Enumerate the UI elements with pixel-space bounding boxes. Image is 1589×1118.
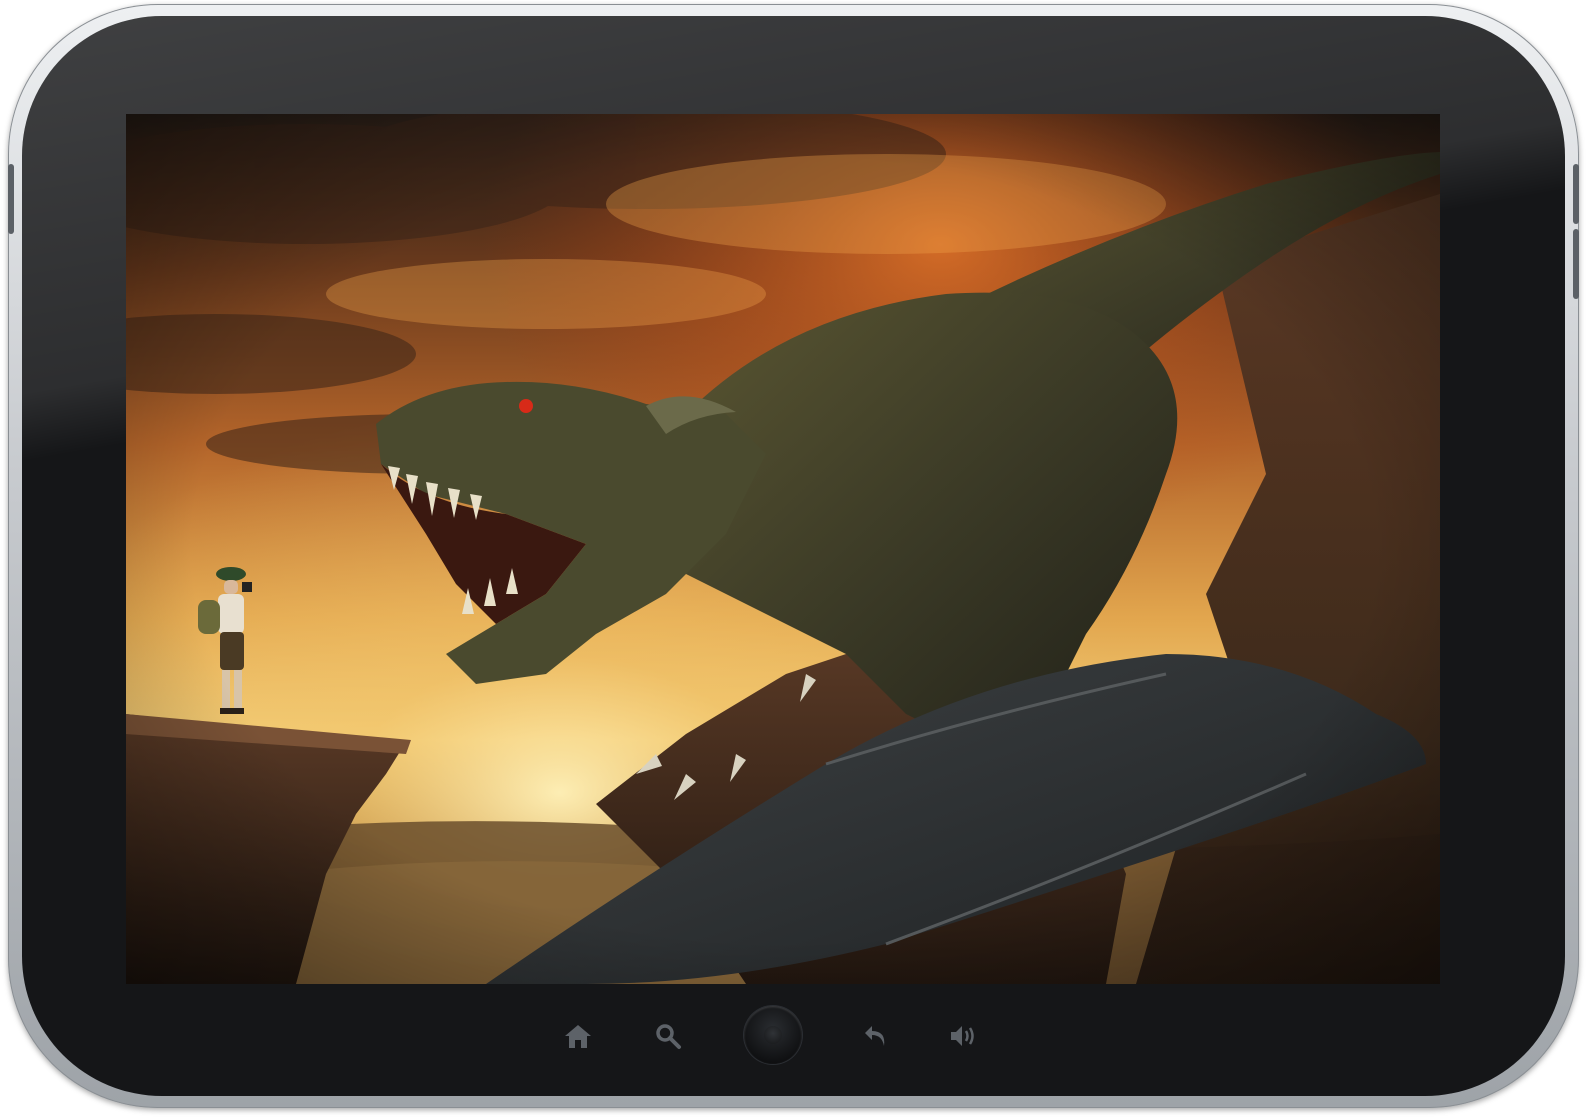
screen-wallpaper[interactable] <box>126 114 1440 984</box>
volume-down-button[interactable] <box>1573 229 1579 299</box>
home-button[interactable] <box>744 1006 802 1064</box>
volume-icon[interactable] <box>944 1018 984 1054</box>
bottom-navigation-bar <box>520 1002 1060 1068</box>
wallpaper-image <box>126 114 1440 984</box>
search-icon[interactable] <box>648 1018 688 1054</box>
home-icon[interactable] <box>558 1018 598 1054</box>
power-button[interactable] <box>8 164 14 234</box>
back-icon[interactable] <box>856 1018 896 1054</box>
volume-up-button[interactable] <box>1573 164 1579 224</box>
